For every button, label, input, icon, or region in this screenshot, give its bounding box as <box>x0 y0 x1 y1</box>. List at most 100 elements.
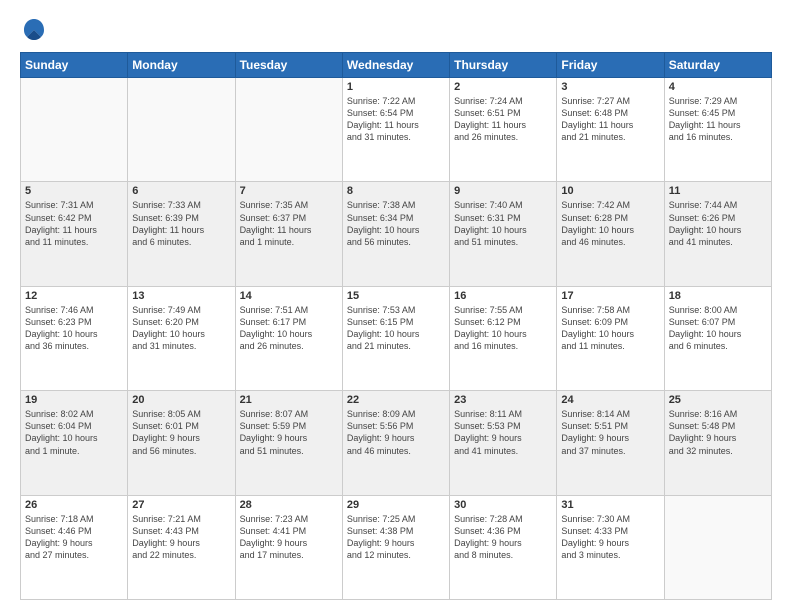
calendar-cell: 30 Sunrise: 7:28 AM Sunset: 4:36 PM Dayli… <box>450 495 557 599</box>
day-info: Sunrise: 7:22 AM Sunset: 6:54 PM Dayligh… <box>347 95 445 144</box>
day-info: Sunrise: 8:07 AM Sunset: 5:59 PM Dayligh… <box>240 408 338 457</box>
calendar-cell: 2 Sunrise: 7:24 AM Sunset: 6:51 PM Daylig… <box>450 78 557 182</box>
calendar-cell: 9 Sunrise: 7:40 AM Sunset: 6:31 PM Daylig… <box>450 182 557 286</box>
day-number: 17 <box>561 290 659 302</box>
day-info: Sunrise: 7:23 AM Sunset: 4:41 PM Dayligh… <box>240 513 338 562</box>
day-number: 13 <box>132 290 230 302</box>
calendar-cell: 29 Sunrise: 7:25 AM Sunset: 4:38 PM Dayli… <box>342 495 449 599</box>
weekday-header-sunday: Sunday <box>21 53 128 78</box>
day-number: 9 <box>454 185 552 197</box>
page: SundayMondayTuesdayWednesdayThursdayFrid… <box>0 0 792 612</box>
day-info: Sunrise: 7:51 AM Sunset: 6:17 PM Dayligh… <box>240 304 338 353</box>
day-number: 29 <box>347 499 445 511</box>
day-info: Sunrise: 7:21 AM Sunset: 4:43 PM Dayligh… <box>132 513 230 562</box>
calendar-cell: 1 Sunrise: 7:22 AM Sunset: 6:54 PM Daylig… <box>342 78 449 182</box>
day-number: 20 <box>132 394 230 406</box>
calendar-cell: 12Sunrise: 7:46 AM Sunset: 6:23 PM Dayli… <box>21 286 128 390</box>
calendar-cell: 4Sunrise: 7:29 AM Sunset: 6:45 PM Daylig… <box>664 78 771 182</box>
calendar-cell: 11 Sunrise: 7:44 AM Sunset: 6:26 PM Dayli… <box>664 182 771 286</box>
day-info: Sunrise: 7:25 AM Sunset: 4:38 PM Dayligh… <box>347 513 445 562</box>
day-number: 1 <box>347 81 445 93</box>
day-info: Sunrise: 7:28 AM Sunset: 4:36 PM Dayligh… <box>454 513 552 562</box>
day-number: 22 <box>347 394 445 406</box>
day-info: Sunrise: 7:33 AM Sunset: 6:39 PM Dayligh… <box>132 199 230 248</box>
weekday-header-saturday: Saturday <box>664 53 771 78</box>
day-number: 2 <box>454 81 552 93</box>
calendar-cell: 21 Sunrise: 8:07 AM Sunset: 5:59 PM Dayli… <box>235 391 342 495</box>
day-number: 21 <box>240 394 338 406</box>
calendar-cell: 19 Sunrise: 8:02 AM Sunset: 6:04 PM Dayli… <box>21 391 128 495</box>
day-number: 16 <box>454 290 552 302</box>
header <box>20 16 772 44</box>
day-info: Sunrise: 7:42 AM Sunset: 6:28 PM Dayligh… <box>561 199 659 248</box>
day-info: Sunrise: 8:11 AM Sunset: 5:53 PM Dayligh… <box>454 408 552 457</box>
calendar-cell: 26Sunrise: 7:18 AM Sunset: 4:46 PM Dayli… <box>21 495 128 599</box>
calendar-cell: 20 Sunrise: 8:05 AM Sunset: 6:01 PM Dayli… <box>128 391 235 495</box>
calendar-week-row: 12Sunrise: 7:46 AM Sunset: 6:23 PM Dayli… <box>21 286 772 390</box>
calendar-week-row: 5 Sunrise: 7:31 AM Sunset: 6:42 PM Daylig… <box>21 182 772 286</box>
calendar-cell: 27 Sunrise: 7:21 AM Sunset: 4:43 PM Dayli… <box>128 495 235 599</box>
calendar-week-row: 26Sunrise: 7:18 AM Sunset: 4:46 PM Dayli… <box>21 495 772 599</box>
calendar-cell: 7 Sunrise: 7:35 AM Sunset: 6:37 PM Daylig… <box>235 182 342 286</box>
day-number: 4 <box>669 81 767 93</box>
day-number: 18 <box>669 290 767 302</box>
calendar-cell <box>21 78 128 182</box>
calendar-cell: 6 Sunrise: 7:33 AM Sunset: 6:39 PM Daylig… <box>128 182 235 286</box>
day-info: Sunrise: 8:00 AM Sunset: 6:07 PM Dayligh… <box>669 304 767 353</box>
day-number: 24 <box>561 394 659 406</box>
calendar-cell: 22Sunrise: 8:09 AM Sunset: 5:56 PM Dayli… <box>342 391 449 495</box>
weekday-header-monday: Monday <box>128 53 235 78</box>
day-info: Sunrise: 7:31 AM Sunset: 6:42 PM Dayligh… <box>25 199 123 248</box>
day-number: 6 <box>132 185 230 197</box>
calendar-cell: 24 Sunrise: 8:14 AM Sunset: 5:51 PM Dayli… <box>557 391 664 495</box>
day-number: 3 <box>561 81 659 93</box>
calendar-cell: 8Sunrise: 7:38 AM Sunset: 6:34 PM Daylig… <box>342 182 449 286</box>
day-info: Sunrise: 7:30 AM Sunset: 4:33 PM Dayligh… <box>561 513 659 562</box>
calendar-cell <box>235 78 342 182</box>
weekday-header-row: SundayMondayTuesdayWednesdayThursdayFrid… <box>21 53 772 78</box>
day-number: 23 <box>454 394 552 406</box>
day-info: Sunrise: 7:35 AM Sunset: 6:37 PM Dayligh… <box>240 199 338 248</box>
day-number: 11 <box>669 185 767 197</box>
calendar-cell <box>664 495 771 599</box>
calendar-cell: 18 Sunrise: 8:00 AM Sunset: 6:07 PM Dayli… <box>664 286 771 390</box>
day-info: Sunrise: 7:55 AM Sunset: 6:12 PM Dayligh… <box>454 304 552 353</box>
calendar-week-row: 1 Sunrise: 7:22 AM Sunset: 6:54 PM Daylig… <box>21 78 772 182</box>
calendar-cell: 14Sunrise: 7:51 AM Sunset: 6:17 PM Dayli… <box>235 286 342 390</box>
calendar-cell: 16 Sunrise: 7:55 AM Sunset: 6:12 PM Dayli… <box>450 286 557 390</box>
day-number: 28 <box>240 499 338 511</box>
day-number: 30 <box>454 499 552 511</box>
day-number: 19 <box>25 394 123 406</box>
calendar-cell: 28 Sunrise: 7:23 AM Sunset: 4:41 PM Dayli… <box>235 495 342 599</box>
calendar-cell: 13 Sunrise: 7:49 AM Sunset: 6:20 PM Dayli… <box>128 286 235 390</box>
calendar-cell: 15Sunrise: 7:53 AM Sunset: 6:15 PM Dayli… <box>342 286 449 390</box>
calendar-week-row: 19 Sunrise: 8:02 AM Sunset: 6:04 PM Dayli… <box>21 391 772 495</box>
day-number: 7 <box>240 185 338 197</box>
day-info: Sunrise: 7:38 AM Sunset: 6:34 PM Dayligh… <box>347 199 445 248</box>
day-info: Sunrise: 7:49 AM Sunset: 6:20 PM Dayligh… <box>132 304 230 353</box>
day-info: Sunrise: 7:58 AM Sunset: 6:09 PM Dayligh… <box>561 304 659 353</box>
calendar-cell: 5 Sunrise: 7:31 AM Sunset: 6:42 PM Daylig… <box>21 182 128 286</box>
calendar-cell: 10 Sunrise: 7:42 AM Sunset: 6:28 PM Dayli… <box>557 182 664 286</box>
day-number: 31 <box>561 499 659 511</box>
day-info: Sunrise: 7:24 AM Sunset: 6:51 PM Dayligh… <box>454 95 552 144</box>
day-info: Sunrise: 8:05 AM Sunset: 6:01 PM Dayligh… <box>132 408 230 457</box>
calendar-cell: 25Sunrise: 8:16 AM Sunset: 5:48 PM Dayli… <box>664 391 771 495</box>
day-number: 10 <box>561 185 659 197</box>
day-number: 27 <box>132 499 230 511</box>
day-info: Sunrise: 8:16 AM Sunset: 5:48 PM Dayligh… <box>669 408 767 457</box>
day-number: 5 <box>25 185 123 197</box>
logo <box>20 16 52 44</box>
weekday-header-friday: Friday <box>557 53 664 78</box>
day-info: Sunrise: 8:14 AM Sunset: 5:51 PM Dayligh… <box>561 408 659 457</box>
day-info: Sunrise: 7:18 AM Sunset: 4:46 PM Dayligh… <box>25 513 123 562</box>
day-info: Sunrise: 7:44 AM Sunset: 6:26 PM Dayligh… <box>669 199 767 248</box>
day-info: Sunrise: 7:53 AM Sunset: 6:15 PM Dayligh… <box>347 304 445 353</box>
day-info: Sunrise: 8:02 AM Sunset: 6:04 PM Dayligh… <box>25 408 123 457</box>
day-number: 12 <box>25 290 123 302</box>
calendar-cell: 31 Sunrise: 7:30 AM Sunset: 4:33 PM Dayli… <box>557 495 664 599</box>
weekday-header-wednesday: Wednesday <box>342 53 449 78</box>
day-info: Sunrise: 7:40 AM Sunset: 6:31 PM Dayligh… <box>454 199 552 248</box>
day-info: Sunrise: 7:27 AM Sunset: 6:48 PM Dayligh… <box>561 95 659 144</box>
calendar-cell: 17 Sunrise: 7:58 AM Sunset: 6:09 PM Dayli… <box>557 286 664 390</box>
